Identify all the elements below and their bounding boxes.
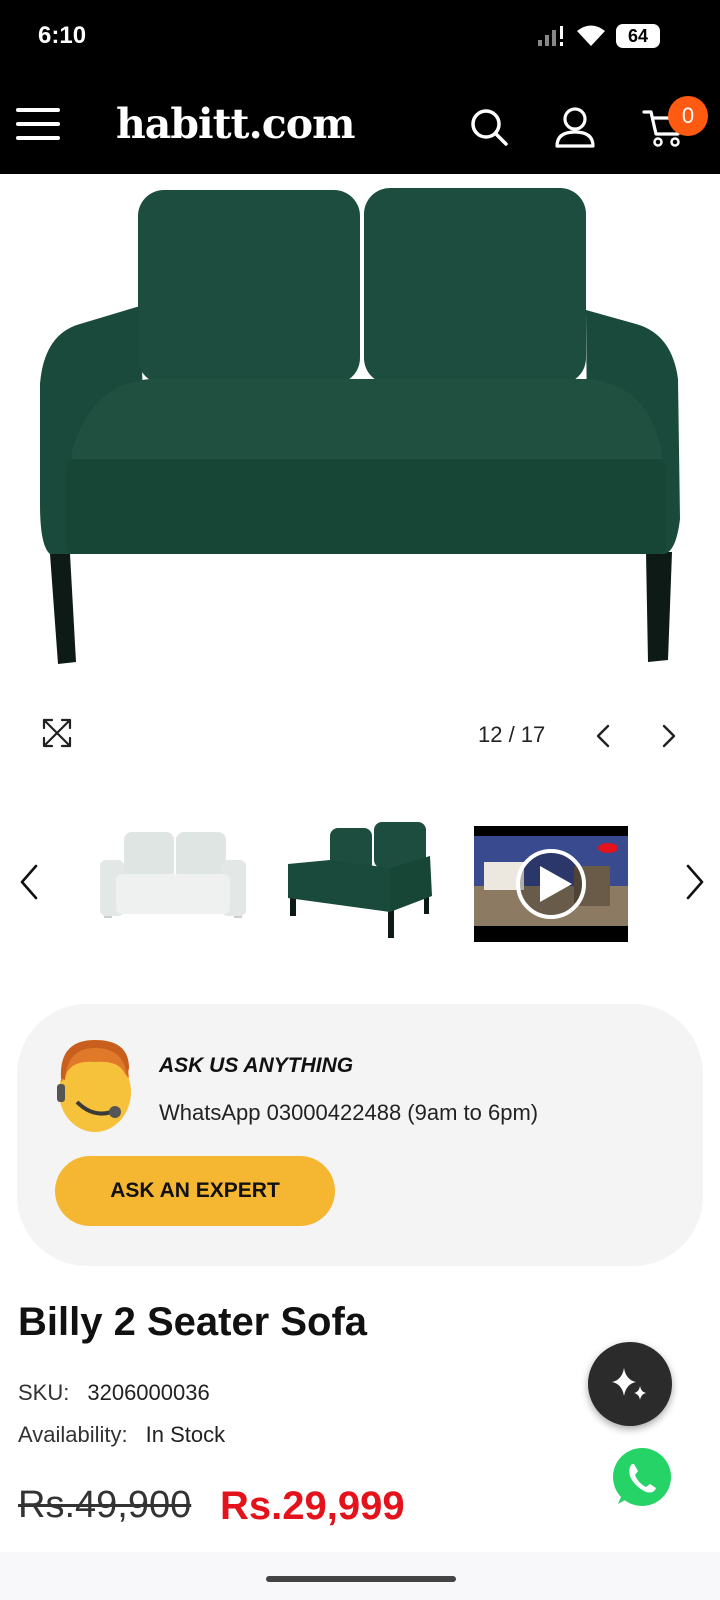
signal-icon: [538, 26, 563, 46]
search-icon[interactable]: [468, 106, 510, 148]
product-main-image[interactable]: [0, 174, 720, 694]
status-time: 6:10: [38, 22, 87, 49]
ask-us-card: ASK US ANYTHING WhatsApp 03000422488 (9a…: [17, 1004, 703, 1266]
product-title: Billy 2 Seater Sofa: [18, 1300, 368, 1344]
white-sofa-thumbnail[interactable]: [96, 820, 250, 948]
original-price: Rs.49,900: [18, 1484, 192, 1526]
chevron-right-icon[interactable]: [654, 722, 682, 750]
status-bar: 6:10 64: [0, 0, 720, 78]
ai-assistant-button[interactable]: [588, 1342, 672, 1426]
whatsapp-contact-text[interactable]: WhatsApp 03000422488 (9am to 6pm): [159, 1100, 538, 1126]
site-header: habitt.com: [0, 78, 720, 174]
thumbnail-prev-icon[interactable]: [14, 862, 46, 902]
site-logo[interactable]: habitt.com: [116, 100, 355, 148]
support-agent-icon: [57, 1040, 131, 1132]
sparkle-icon: [612, 1368, 646, 1400]
cart-count-badge: 0: [668, 96, 708, 136]
sku-label: SKU:: [18, 1380, 70, 1405]
availability-row: Availability: In Stock: [18, 1422, 225, 1448]
green-sofa-thumbnail[interactable]: [284, 820, 438, 948]
sku-row: SKU: 3206000036: [18, 1380, 210, 1406]
ask-us-title: ASK US ANYTHING: [159, 1054, 354, 1077]
battery-icon: 64: [616, 24, 660, 48]
thumbnail-next-icon[interactable]: [678, 862, 710, 902]
sale-price: Rs.29,999: [220, 1484, 405, 1528]
home-indicator[interactable]: [266, 1576, 456, 1582]
ask-expert-button[interactable]: ASK AN EXPERT: [55, 1156, 335, 1226]
chevron-left-icon[interactable]: [590, 722, 618, 750]
sku-value: 3206000036: [87, 1380, 210, 1405]
wifi-icon: [577, 25, 605, 46]
whatsapp-icon[interactable]: [610, 1446, 674, 1510]
video-thumbnail[interactable]: [474, 826, 628, 942]
availability-label: Availability:: [18, 1422, 128, 1447]
menu-icon[interactable]: [16, 108, 60, 144]
user-icon[interactable]: [554, 106, 596, 148]
status-icons: 64: [536, 24, 660, 48]
image-counter: 12 / 17: [478, 722, 546, 747]
expand-icon[interactable]: [40, 716, 74, 750]
availability-value: In Stock: [145, 1422, 226, 1447]
